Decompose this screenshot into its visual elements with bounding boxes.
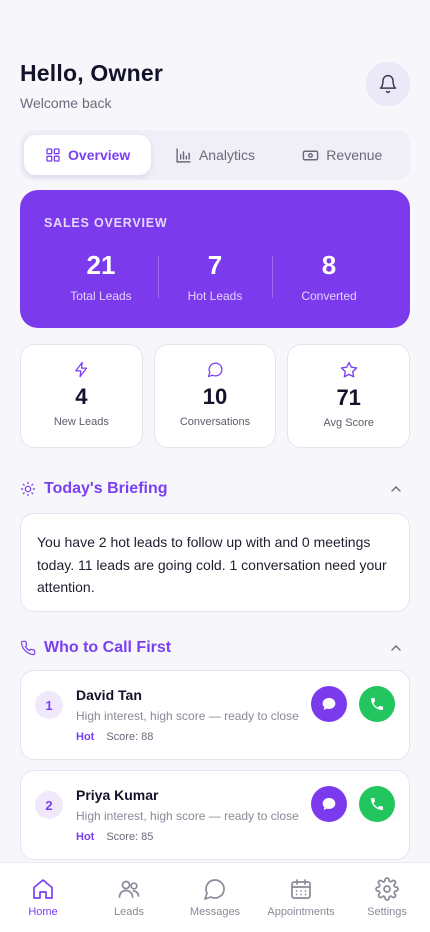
- tab-revenue[interactable]: Revenue: [279, 135, 406, 175]
- lead-card[interactable]: 2 Priya Kumar High interest, high score …: [20, 770, 410, 860]
- message-icon: [322, 798, 336, 810]
- tab-analytics[interactable]: Analytics: [151, 135, 278, 175]
- nav-home[interactable]: Home: [0, 863, 86, 932]
- chevron-up-icon[interactable]: [388, 481, 404, 497]
- mini-stats: 4 New Leads 10 Conversations 71 Avg Scor…: [20, 344, 411, 448]
- gear-icon: [375, 877, 399, 901]
- tab-label: Overview: [68, 147, 131, 163]
- stat-label: Converted: [301, 289, 357, 303]
- tab-label: Analytics: [198, 147, 255, 163]
- star-icon: [340, 361, 357, 378]
- lightning-icon: [75, 361, 87, 378]
- nav-messages[interactable]: Messages: [172, 863, 258, 932]
- header: Hello, Owner Welcome back: [20, 60, 410, 120]
- call-lead-button[interactable]: [359, 786, 395, 822]
- nav-label: Leads: [114, 906, 144, 918]
- sales-overview-title: SALES OVERVIEW: [44, 216, 168, 230]
- mini-label: Conversations: [179, 416, 251, 428]
- lead-tag: Hot: [76, 831, 95, 843]
- message-icon: [204, 879, 225, 900]
- bottom-nav: Home Leads Messages Appointments Setting…: [0, 862, 430, 932]
- mini-value: 10: [202, 384, 228, 409]
- nav-leads[interactable]: Leads: [86, 863, 172, 932]
- home-screen: Hello, Owner Welcome back Overview Analy…: [0, 0, 430, 862]
- chevron-up-icon[interactable]: [388, 640, 404, 656]
- lead-description: High interest, high score — ready to clo…: [76, 809, 299, 823]
- nav-label: Messages: [189, 906, 241, 918]
- stat-value: 8: [321, 250, 337, 280]
- call-first-header[interactable]: Who to Call First: [20, 635, 410, 661]
- lead-tag: Hot: [76, 731, 95, 743]
- sales-overview-card: SALES OVERVIEW 21 Total Leads 7 Hot Lead…: [20, 190, 410, 328]
- lead-card[interactable]: 1 David Tan High interest, high score — …: [20, 670, 410, 760]
- nav-appointments[interactable]: Appointments: [258, 863, 344, 932]
- briefing-title: Today's Briefing: [44, 480, 168, 497]
- users-icon: [118, 880, 140, 898]
- conversations-card[interactable]: 10 Conversations: [153, 344, 277, 448]
- mini-value: 4: [75, 384, 88, 409]
- lead-name: Priya Kumar: [76, 787, 159, 803]
- lead-description: High interest, high score — ready to clo…: [76, 709, 299, 723]
- lead-score: Score: 88: [106, 731, 154, 743]
- greeting-title: Hello, Owner: [20, 60, 163, 86]
- lead-rank: 1: [35, 691, 63, 719]
- nav-label: Home: [28, 906, 58, 918]
- nav-settings[interactable]: Settings: [344, 863, 430, 932]
- dashboard-tabs: Overview Analytics Revenue: [20, 130, 410, 180]
- notifications-button[interactable]: [366, 62, 410, 106]
- tab-label: Revenue: [326, 147, 383, 163]
- briefing-text: You have 2 hot leads to follow up with a…: [37, 534, 387, 595]
- call-lead-button[interactable]: [359, 686, 395, 722]
- avg-score-card[interactable]: 71 Avg Score: [287, 344, 411, 448]
- greeting-subtitle: Welcome back: [20, 95, 112, 111]
- lead-meta: Hot Score: 88: [76, 731, 153, 743]
- nav-label: Settings: [367, 906, 407, 918]
- message-lead-button[interactable]: [311, 686, 347, 722]
- lead-score: Score: 85: [106, 831, 154, 843]
- lead-name: David Tan: [76, 687, 142, 703]
- home-icon: [33, 879, 53, 899]
- phone-icon: [20, 640, 36, 656]
- mini-label: Avg Score: [323, 417, 374, 429]
- mini-label: New Leads: [53, 416, 109, 428]
- new-leads-card[interactable]: 4 New Leads: [20, 344, 143, 448]
- sun-icon: [20, 481, 36, 497]
- phone-icon: [371, 798, 383, 810]
- nav-label: Appointments: [267, 906, 335, 918]
- calendar-icon: [291, 879, 311, 899]
- stat-label: Hot Leads: [187, 289, 243, 303]
- chat-bubble-icon: [207, 362, 222, 378]
- call-first-title: Who to Call First: [44, 639, 172, 656]
- total-leads-stat: 21 Total Leads: [44, 250, 158, 303]
- briefing-header[interactable]: Today's Briefing: [20, 476, 410, 502]
- bar-chart-icon: [176, 147, 191, 163]
- phone-icon: [371, 698, 383, 710]
- hot-leads-stat: 7 Hot Leads: [158, 250, 272, 303]
- lead-meta: Hot Score: 85: [76, 831, 153, 843]
- stat-value: 7: [207, 250, 223, 280]
- banknote-icon: [303, 150, 319, 160]
- lead-rank: 2: [35, 791, 63, 819]
- bell-icon: [379, 74, 397, 94]
- sales-stats: 21 Total Leads 7 Hot Leads 8 Converted: [44, 250, 386, 303]
- message-lead-button[interactable]: [311, 786, 347, 822]
- stat-label: Total Leads: [70, 289, 132, 303]
- message-icon: [322, 698, 336, 710]
- mini-value: 71: [336, 385, 361, 410]
- stat-value: 21: [86, 250, 116, 280]
- tab-overview[interactable]: Overview: [24, 135, 152, 175]
- grid-icon: [46, 148, 60, 162]
- converted-stat: 8 Converted: [272, 250, 386, 303]
- briefing-card: You have 2 hot leads to follow up with a…: [20, 513, 410, 612]
